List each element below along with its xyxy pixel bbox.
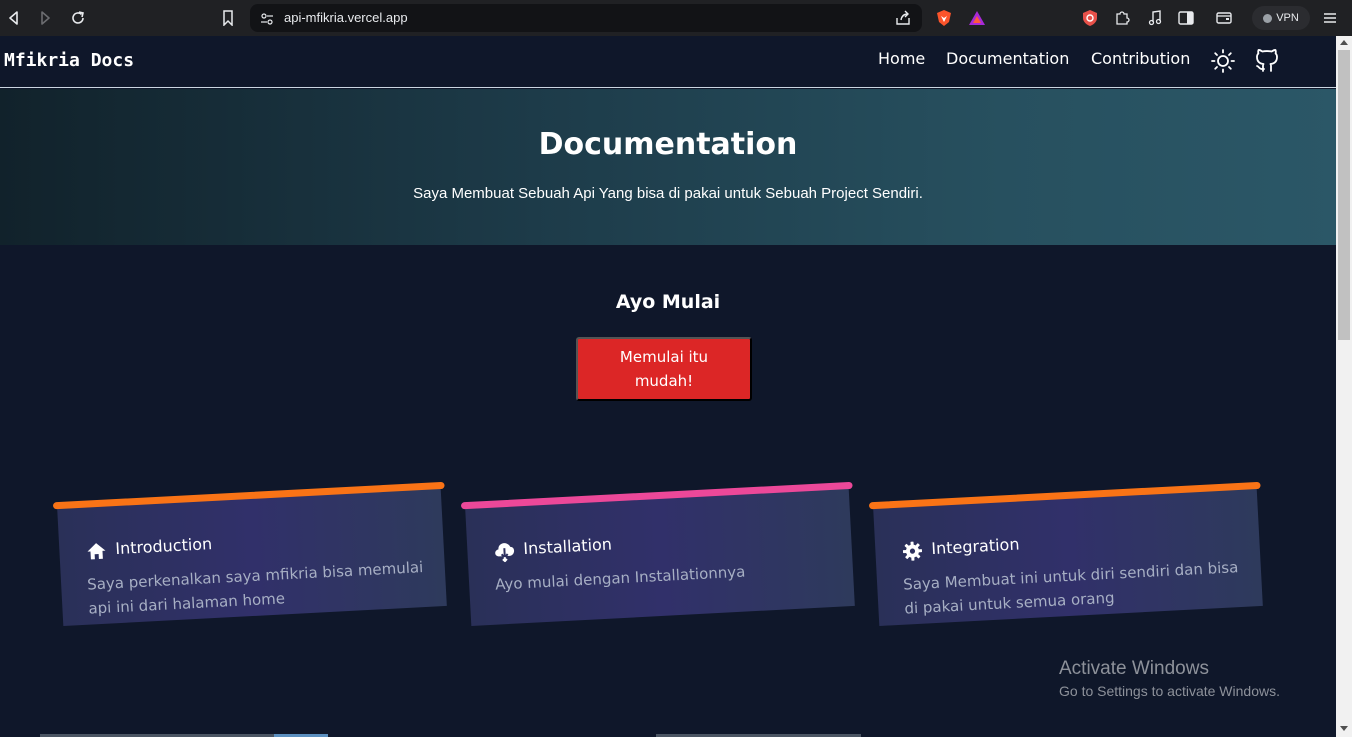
brand-logo[interactable]: Mfikria Docs: [4, 50, 134, 71]
brave-shield-icon[interactable]: [934, 8, 954, 28]
nav-link-documentation[interactable]: Documentation: [946, 49, 1069, 68]
scrollbar-thumb[interactable]: [1338, 50, 1350, 340]
card-title: Integration: [930, 534, 1020, 559]
gear-icon: [901, 540, 924, 563]
extension-shield-icon[interactable]: [1080, 8, 1100, 28]
sidebar-toggle-icon[interactable]: [1176, 8, 1196, 28]
extensions-puzzle-icon[interactable]: [1112, 8, 1132, 28]
windows-activation-subtitle: Go to Settings to activate Windows.: [1059, 683, 1280, 699]
site-navbar: Mfikria Docs Home Documentation Contribu…: [0, 36, 1336, 88]
card-title: Installation: [522, 534, 613, 559]
scroll-up-arrow-icon[interactable]: [1340, 40, 1348, 45]
nav-link-home[interactable]: Home: [878, 49, 925, 68]
hero-subtitle: Saya Membuat Sebuah Api Yang bisa di pak…: [413, 185, 923, 202]
vpn-status-icon: [1263, 13, 1273, 23]
bookmark-icon[interactable]: [218, 8, 238, 28]
media-music-icon[interactable]: [1145, 8, 1165, 28]
nav-link-contribution[interactable]: Contribution: [1091, 49, 1190, 68]
card-description: Saya Membuat ini untuk diri sendiri dan …: [902, 558, 1239, 618]
site-info-icon[interactable]: [260, 11, 274, 30]
github-icon[interactable]: [1256, 48, 1278, 76]
scroll-down-arrow-icon[interactable]: [1340, 726, 1348, 731]
get-started-button[interactable]: Memulai itu mudah!: [576, 337, 752, 401]
url-text: api-mfikria.vercel.app: [284, 10, 408, 25]
menu-hamburger-icon[interactable]: [1320, 8, 1340, 28]
card-integration[interactable]: Integration Saya Membuat ini untuk diri …: [868, 481, 1263, 626]
vpn-label: VPN: [1276, 12, 1299, 24]
sun-icon[interactable]: [1211, 49, 1235, 77]
card-title: Introduction: [114, 534, 213, 559]
reload-icon[interactable]: [68, 8, 88, 28]
address-bar[interactable]: api-mfikria.vercel.app: [250, 4, 922, 32]
hero-banner: Documentation Saya Membuat Sebuah Api Ya…: [0, 89, 1336, 245]
card-accent-bar: [460, 481, 853, 510]
wallet-icon[interactable]: [1214, 8, 1234, 28]
page-viewport: Mfikria Docs Home Documentation Contribu…: [0, 36, 1336, 737]
home-icon: [85, 540, 108, 563]
page-scrollbar[interactable]: [1336, 36, 1352, 737]
card-introduction[interactable]: Introduction Saya perkenalkan saya mfikr…: [52, 481, 447, 626]
cloud-download-icon: [493, 540, 516, 563]
windows-activation-title: Activate Windows: [1059, 658, 1209, 679]
back-icon[interactable]: [4, 8, 24, 28]
card-accent-bar: [52, 481, 445, 510]
get-started-title: Ayo Mulai: [615, 291, 721, 313]
card-description: Saya perkenalkan saya mfikria bisa memul…: [86, 558, 424, 618]
brave-rewards-icon[interactable]: [967, 8, 987, 28]
browser-toolbar: api-mfikria.vercel.app VPN: [0, 0, 1352, 36]
card-accent-bar: [868, 481, 1261, 510]
card-description: Ayo mulai dengan Installationnya: [494, 562, 746, 594]
card-installation[interactable]: Installation Ayo mulai dengan Installati…: [460, 481, 855, 626]
vpn-button[interactable]: VPN: [1252, 6, 1310, 30]
share-icon[interactable]: [895, 10, 911, 30]
hero-title: Documentation: [538, 127, 798, 162]
forward-icon[interactable]: [35, 8, 55, 28]
